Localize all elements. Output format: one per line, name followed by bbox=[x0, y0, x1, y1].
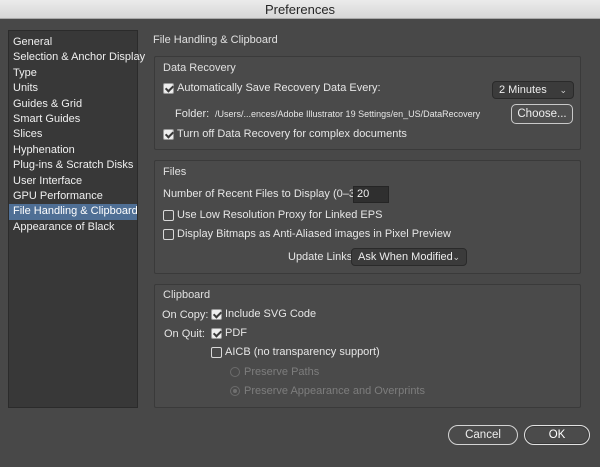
update-links-dropdown[interactable]: Ask When Modified ⌄ bbox=[351, 248, 467, 266]
clipboard-group: Clipboard On Copy: Include SVG Code On Q… bbox=[154, 284, 581, 408]
anti-aliased-bitmaps-checkbox[interactable] bbox=[163, 229, 174, 240]
folder-path: /Users/...ences/Adobe Illustrator 19 Set… bbox=[215, 109, 481, 119]
pdf-checkbox[interactable] bbox=[211, 328, 222, 339]
page-title: File Handling & Clipboard bbox=[153, 34, 278, 46]
sidebar-item-selection-anchor-display[interactable]: Selection & Anchor Display bbox=[9, 50, 145, 65]
preserve-appearance-radio[interactable] bbox=[230, 386, 240, 396]
anti-aliased-bitmaps-label: Display Bitmaps as Anti-Aliased images i… bbox=[177, 228, 451, 240]
files-group: Files Number of Recent Files to Display … bbox=[154, 160, 581, 274]
clipboard-heading: Clipboard bbox=[163, 289, 211, 301]
chevron-down-icon: ⌄ bbox=[559, 85, 567, 95]
low-res-proxy-label: Use Low Resolution Proxy for Linked EPS bbox=[177, 209, 383, 221]
sidebar-item-user-interface[interactable]: User Interface bbox=[9, 174, 137, 189]
turn-off-recovery-checkbox[interactable] bbox=[163, 129, 174, 140]
turn-off-recovery-label: Turn off Data Recovery for complex docum… bbox=[177, 128, 407, 140]
recovery-interval-value: 2 Minutes bbox=[499, 84, 547, 96]
recent-files-label: Number of Recent Files to Display (0–30)… bbox=[163, 188, 368, 200]
window-title: Preferences bbox=[0, 0, 600, 19]
recovery-interval-dropdown[interactable]: 2 Minutes ⌄ bbox=[492, 81, 574, 99]
low-res-proxy-checkbox[interactable] bbox=[163, 210, 174, 221]
auto-save-label: Automatically Save Recovery Data Every: bbox=[177, 82, 381, 94]
include-svg-label: Include SVG Code bbox=[225, 308, 317, 320]
choose-folder-button[interactable]: Choose... bbox=[511, 104, 573, 124]
sidebar-item-appearance-of-black[interactable]: Appearance of Black bbox=[9, 220, 137, 235]
data-recovery-group: Data Recovery Automatically Save Recover… bbox=[154, 56, 581, 150]
folder-label: Folder: bbox=[175, 108, 210, 120]
recent-files-input[interactable]: 20 bbox=[353, 186, 389, 203]
data-recovery-heading: Data Recovery bbox=[163, 62, 236, 74]
sidebar-item-gpu-performance[interactable]: GPU Performance bbox=[9, 189, 137, 204]
on-copy-label: On Copy: bbox=[162, 309, 209, 321]
include-svg-checkbox[interactable] bbox=[211, 309, 222, 320]
sidebar-item-units[interactable]: Units bbox=[9, 81, 137, 96]
sidebar-item-general[interactable]: General bbox=[9, 35, 137, 50]
update-links-value: Ask When Modified bbox=[358, 251, 453, 263]
pdf-label: PDF bbox=[225, 327, 247, 339]
sidebar-item-file-handling-clipboard[interactable]: File Handling & Clipboard bbox=[9, 204, 138, 220]
sidebar-item-smart-guides[interactable]: Smart Guides bbox=[9, 112, 137, 127]
aicb-checkbox[interactable] bbox=[211, 347, 222, 358]
sidebar-item-hyphenation[interactable]: Hyphenation bbox=[9, 143, 137, 158]
auto-save-checkbox[interactable] bbox=[163, 83, 174, 94]
sidebar-item-type[interactable]: Type bbox=[9, 66, 137, 81]
preserve-paths-radio[interactable] bbox=[230, 367, 240, 377]
preferences-sidebar: General Selection & Anchor Display Type … bbox=[8, 30, 145, 408]
chevron-down-icon: ⌄ bbox=[452, 252, 460, 262]
update-links-label: Update Links: bbox=[288, 251, 356, 263]
sidebar-item-plugins-scratch-disks[interactable]: Plug-ins & Scratch Disks bbox=[9, 158, 137, 173]
sidebar-item-guides-grid[interactable]: Guides & Grid bbox=[9, 97, 137, 112]
sidebar-item-slices[interactable]: Slices bbox=[9, 127, 137, 142]
on-quit-label: On Quit: bbox=[164, 328, 205, 340]
files-heading: Files bbox=[163, 166, 187, 178]
preserve-appearance-label: Preserve Appearance and Overprints bbox=[244, 385, 425, 397]
preserve-paths-label: Preserve Paths bbox=[244, 366, 320, 378]
cancel-button[interactable]: Cancel bbox=[448, 425, 518, 445]
ok-button[interactable]: OK bbox=[524, 425, 590, 445]
aicb-label: AICB (no transparency support) bbox=[225, 346, 380, 358]
